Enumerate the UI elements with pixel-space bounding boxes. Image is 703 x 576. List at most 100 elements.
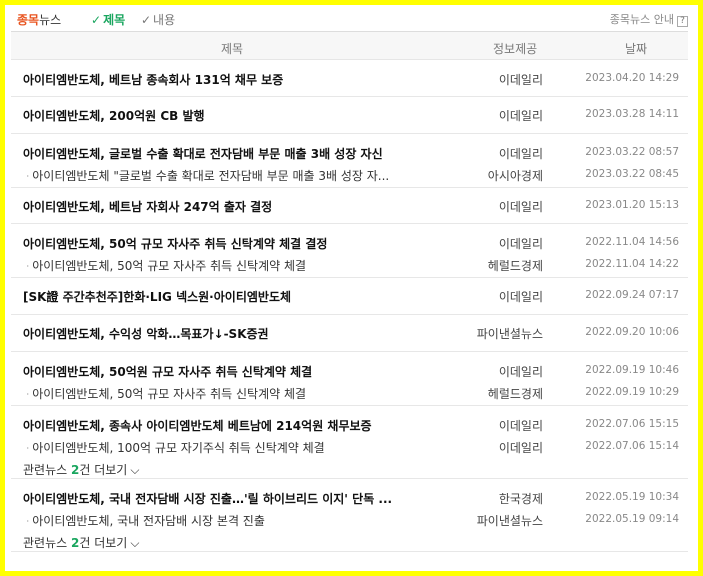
news-date: 2022.11.04 14:22 bbox=[585, 258, 679, 270]
panel-title-rest: 뉴스 bbox=[39, 13, 62, 27]
more-suffix: 건 더보기 bbox=[79, 463, 128, 477]
news-source: 파이낸셜뉴스 bbox=[476, 514, 543, 528]
related-news-more-button[interactable]: 관련뉴스 2건 더보기 ⌵ bbox=[11, 458, 688, 480]
news-item: 아이티엠반도체, 국내 전자담배 시장 진출…'릴 하이브리드 이지' 단독 .… bbox=[11, 479, 688, 552]
help-icon: ? bbox=[677, 16, 688, 27]
news-title-text: 아이티엠반도체, 200억원 CB 발행 bbox=[23, 109, 205, 123]
related-news-row: └ 아이티엠반도체 "글로벌 수출 확대로 전자담배 부문 매출 3배 성장 자.… bbox=[11, 164, 688, 186]
news-date: 2022.09.24 07:17 bbox=[585, 289, 679, 301]
news-item: 아이티엠반도체, 종속사 아이티엠반도체 베트남에 214억원 채무보증 이데일리… bbox=[11, 406, 688, 479]
news-guide-link[interactable]: 종목뉴스 안내? bbox=[610, 11, 688, 27]
news-source: 이데일리 bbox=[498, 441, 543, 455]
news-row: 아이티엠반도체, 글로벌 수출 확대로 전자담배 부문 매출 3배 성장 자신 이… bbox=[11, 142, 688, 164]
related-news-title-link[interactable]: └ 아이티엠반도체, 국내 전자담배 시장 본격 진출 bbox=[27, 512, 427, 529]
news-row: 아이티엠반도체, 200억원 CB 발행 이데일리 2023.03.28 14:11 bbox=[11, 104, 688, 126]
news-item: 아이티엠반도체, 200억원 CB 발행 이데일리 2023.03.28 14:11 bbox=[11, 97, 688, 134]
news-title-link[interactable]: 아이티엠반도체, 종속사 아이티엠반도체 베트남에 214억원 채무보증 bbox=[23, 417, 453, 434]
news-item: [SK證 주간추천주]한화·LIG 넥스원·아이티엠반도체 이데일리 2022.09… bbox=[11, 278, 688, 315]
news-source: 파이낸셜뉴스 bbox=[476, 327, 543, 341]
related-news-title-link[interactable]: └ 아이티엠반도체, 50억 규모 자사주 취득 신탁계약 체결 bbox=[27, 257, 427, 274]
related-news-row: └ 아이티엠반도체, 100억 규모 자기주식 취득 신탁계약 체결 이데일리 202… bbox=[11, 436, 688, 458]
news-title-link[interactable]: 아이티엠반도체, 베트남 종속회사 131억 채무 보증 bbox=[23, 71, 453, 88]
news-source: 이데일리 bbox=[498, 73, 543, 87]
news-date: 2023.04.20 14:29 bbox=[585, 72, 679, 84]
news-row: 아이티엠반도체, 50억 규모 자사주 취득 신탁계약 체결 결정 이데일리 202… bbox=[11, 232, 688, 254]
news-topbar: 종목뉴스 ✓ 제목 ✓ 내용 종목뉴스 안내? bbox=[5, 5, 698, 31]
news-title-text: 아이티엠반도체, 50억 규모 자사주 취득 신탁계약 체결 bbox=[32, 387, 307, 401]
news-title-link[interactable]: 아이티엠반도체, 베트남 자회사 247억 출자 결정 bbox=[23, 198, 453, 215]
news-list: 아이티엠반도체, 베트남 종속회사 131억 채무 보증 이데일리 2023.04.… bbox=[11, 61, 688, 552]
news-item: 아이티엠반도체, 글로벌 수출 확대로 전자담배 부문 매출 3배 성장 자신 이… bbox=[11, 134, 688, 188]
news-date: 2023.01.20 15:13 bbox=[585, 199, 679, 211]
news-date: 2023.03.22 08:57 bbox=[585, 146, 679, 158]
related-news-title-link[interactable]: └ 아이티엠반도체, 50억 규모 자사주 취득 신탁계약 체결 bbox=[27, 385, 427, 402]
table-header: 제목 정보제공 날짜 bbox=[11, 31, 688, 60]
news-title-text: 아이티엠반도체, 종속사 아이티엠반도체 베트남에 214억원 채무보증 bbox=[23, 419, 372, 433]
news-title-link[interactable]: [SK證 주간추천주]한화·LIG 넥스원·아이티엠반도체 bbox=[23, 288, 453, 305]
news-title-text: 아이티엠반도체, 50억 규모 자사주 취득 신탁계약 체결 결정 bbox=[23, 237, 328, 251]
news-date: 2022.05.19 10:34 bbox=[585, 491, 679, 503]
news-title-text: 아이티엠반도체, 50억 규모 자사주 취득 신탁계약 체결 bbox=[32, 259, 307, 273]
news-date: 2022.09.19 10:46 bbox=[585, 364, 679, 376]
related-news-row: └ 아이티엠반도체, 국내 전자담배 시장 본격 진출 파이낸셜뉴스 2022.05.… bbox=[11, 509, 688, 531]
news-source: 이데일리 bbox=[498, 419, 543, 433]
tab-title-label: 제목 bbox=[103, 13, 126, 27]
tab-content[interactable]: ✓ 내용 bbox=[141, 11, 175, 28]
news-date: 2022.11.04 14:56 bbox=[585, 236, 679, 248]
news-item: 아이티엠반도체, 50억원 규모 자사주 취득 신탁계약 체결 이데일리 2022.… bbox=[11, 352, 688, 406]
news-row: [SK證 주간추천주]한화·LIG 넥스원·아이티엠반도체 이데일리 2022.09… bbox=[11, 285, 688, 307]
news-row: 아이티엠반도체, 50억원 규모 자사주 취득 신탁계약 체결 이데일리 2022.… bbox=[11, 360, 688, 382]
related-news-title-link[interactable]: └ 아이티엠반도체, 100억 규모 자기주식 취득 신탁계약 체결 bbox=[27, 439, 427, 456]
related-news-more-button[interactable]: 관련뉴스 2건 더보기 ⌵ bbox=[11, 531, 688, 553]
news-row: 아이티엠반도체, 종속사 아이티엠반도체 베트남에 214억원 채무보증 이데일리… bbox=[11, 414, 688, 436]
news-title-text: 아이티엠반도체, 국내 전자담배 시장 본격 진출 bbox=[32, 514, 265, 528]
sub-item-marker: └ bbox=[27, 441, 28, 455]
more-suffix: 건 더보기 bbox=[79, 536, 128, 550]
check-icon: ✓ bbox=[140, 13, 152, 27]
news-date: 2022.07.06 15:14 bbox=[585, 440, 679, 452]
news-title-link[interactable]: 아이티엠반도체, 200억원 CB 발행 bbox=[23, 107, 453, 124]
news-title-text: 아이티엠반도체, 50억원 규모 자사주 취득 신탁계약 체결 bbox=[23, 365, 313, 379]
news-title-link[interactable]: 아이티엠반도체, 글로벌 수출 확대로 전자담배 부문 매출 3배 성장 자신 bbox=[23, 145, 453, 162]
news-row: 아이티엠반도체, 국내 전자담배 시장 진출…'릴 하이브리드 이지' 단독 .… bbox=[11, 487, 688, 509]
news-panel: 종목뉴스 ✓ 제목 ✓ 내용 종목뉴스 안내? 제목 정보제공 날짜 아이티엠반도체… bbox=[5, 5, 698, 571]
news-title-text: 아이티엠반도체, 수익성 악화…목표가↓-SK증권 bbox=[23, 327, 269, 341]
news-item: 아이티엠반도체, 수익성 악화…목표가↓-SK증권 파이낸셜뉴스 2022.09.2… bbox=[11, 315, 688, 352]
news-row: 아이티엠반도체, 수익성 악화…목표가↓-SK증권 파이낸셜뉴스 2022.09.2… bbox=[11, 322, 688, 344]
tab-title[interactable]: ✓ 제목 bbox=[91, 11, 125, 28]
news-title-text: 아이티엠반도체 "글로벌 수출 확대로 전자담배 부문 매출 3배 성장 자..… bbox=[32, 169, 390, 183]
news-title-link[interactable]: 아이티엠반도체, 국내 전자담배 시장 진출…'릴 하이브리드 이지' 단독 .… bbox=[23, 490, 453, 507]
news-guide-label: 종목뉴스 안내 bbox=[609, 13, 674, 26]
news-source: 한국경제 bbox=[498, 492, 543, 506]
related-news-title-link[interactable]: └ 아이티엠반도체 "글로벌 수출 확대로 전자담배 부문 매출 3배 성장 자.… bbox=[27, 167, 427, 184]
check-icon: ✓ bbox=[91, 13, 102, 27]
news-source: 헤럴드경제 bbox=[487, 259, 543, 273]
news-row: 아이티엠반도체, 베트남 자회사 247억 출자 결정 이데일리 2023.01.2… bbox=[11, 195, 688, 217]
news-title-link[interactable]: 아이티엠반도체, 50억 규모 자사주 취득 신탁계약 체결 결정 bbox=[23, 235, 453, 252]
column-date: 날짜 bbox=[625, 42, 648, 56]
sub-item-marker: └ bbox=[27, 387, 28, 401]
more-label: 관련뉴스 2건 더보기 ⌵ bbox=[23, 461, 453, 478]
news-date: 2022.05.19 09:14 bbox=[585, 513, 679, 525]
column-source: 정보제공 bbox=[493, 42, 538, 56]
news-item: 아이티엠반도체, 베트남 자회사 247억 출자 결정 이데일리 2023.01.2… bbox=[11, 188, 688, 224]
news-title-link[interactable]: 아이티엠반도체, 수익성 악화…목표가↓-SK증권 bbox=[23, 325, 453, 342]
sub-item-marker: └ bbox=[27, 169, 28, 183]
chevron-down-icon: ⌵ bbox=[130, 463, 140, 477]
news-date: 2023.03.28 14:11 bbox=[585, 108, 679, 120]
panel-title-strong: 종목 bbox=[17, 13, 40, 27]
panel-title: 종목뉴스 bbox=[17, 11, 61, 28]
news-title-text: 아이티엠반도체, 100억 규모 자기주식 취득 신탁계약 체결 bbox=[32, 441, 325, 455]
news-source: 이데일리 bbox=[498, 147, 543, 161]
more-prefix: 관련뉴스 bbox=[23, 536, 68, 550]
news-title-link[interactable]: 아이티엠반도체, 50억원 규모 자사주 취득 신탁계약 체결 bbox=[23, 363, 453, 380]
news-date: 2022.09.20 10:06 bbox=[585, 326, 679, 338]
more-prefix: 관련뉴스 bbox=[23, 463, 68, 477]
news-date: 2022.07.06 15:15 bbox=[585, 418, 679, 430]
news-date: 2023.03.22 08:45 bbox=[585, 168, 679, 180]
tab-content-label: 내용 bbox=[153, 13, 176, 27]
news-source: 이데일리 bbox=[498, 237, 543, 251]
news-title-text: [SK證 주간추천주]한화·LIG 넥스원·아이티엠반도체 bbox=[23, 290, 292, 304]
news-item: 아이티엠반도체, 50억 규모 자사주 취득 신탁계약 체결 결정 이데일리 202… bbox=[11, 224, 688, 278]
news-source: 헤럴드경제 bbox=[487, 387, 543, 401]
